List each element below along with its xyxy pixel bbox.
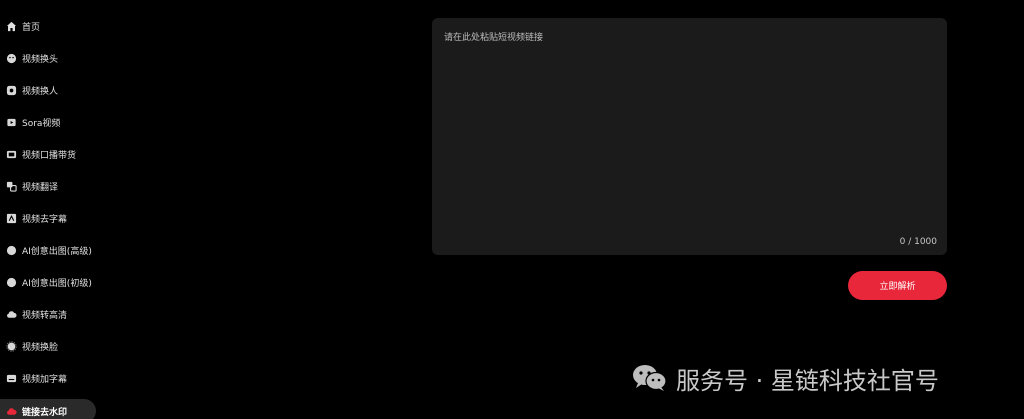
cloud-hd-icon — [6, 309, 17, 320]
translate-icon — [6, 181, 17, 192]
sidebar-item-ai-image-basic[interactable]: AI创意出图(初级) — [0, 270, 96, 294]
watermark-remove-icon — [6, 406, 17, 417]
sidebar-item-video-translate[interactable]: 视频翻译 — [0, 174, 96, 198]
broadcast-icon — [6, 149, 17, 160]
sidebar-item-video-broadcast[interactable]: 视频口播带货 — [0, 142, 96, 166]
wechat-watermark: 服务号 · 星链科技社官号 — [630, 362, 939, 395]
ai-image-basic-icon — [6, 277, 17, 288]
sidebar-item-label: 首页 — [22, 22, 41, 33]
sidebar-item-label: AI创意出图(初级) — [22, 278, 92, 289]
face-icon — [6, 340, 17, 352]
sidebar-item-label: 视频加字幕 — [22, 374, 68, 385]
subtitle-remove-icon — [6, 213, 17, 224]
sidebar-item-label: 视频去字幕 — [22, 214, 68, 225]
face-swap-icon — [6, 53, 17, 64]
sora-icon — [6, 117, 17, 128]
sidebar-item-label: 视频换头 — [22, 54, 59, 65]
wechat-icon — [633, 365, 667, 391]
sidebar-item-video-person-swap[interactable]: 视频换人 — [0, 78, 96, 102]
sidebar-item-home[interactable]: 首页 — [0, 14, 96, 38]
ai-image-advanced-icon — [6, 245, 17, 256]
link-input-panel: 0 / 1000 — [432, 18, 947, 255]
watermark-text: 服务号 · 星链科技社官号 — [676, 366, 939, 395]
app-window: 首页 视频换头 视频换人 Sora视频 视频口播带货 视频翻译 视频去字幕 AI… — [0, 0, 1024, 419]
sidebar-item-label: 视频换脸 — [22, 342, 59, 353]
sidebar-item-video-head-swap[interactable]: 视频换头 — [0, 46, 96, 70]
sidebar-item-ai-image-advanced[interactable]: AI创意出图(高级) — [0, 238, 96, 262]
sidebar-item-label: 视频转高清 — [22, 310, 68, 321]
sidebar-item-video-subtitle-remove[interactable]: 视频去字幕 — [0, 206, 96, 230]
subtitle-add-icon — [6, 373, 17, 384]
sidebar-item-video-face-swap[interactable]: 视频换脸 — [0, 334, 96, 358]
sidebar: 首页 视频换头 视频换人 Sora视频 视频口播带货 视频翻译 视频去字幕 AI… — [0, 10, 100, 419]
person-swap-icon — [6, 85, 17, 96]
sidebar-item-label: 视频口播带货 — [22, 150, 77, 161]
sidebar-item-label: Sora视频 — [22, 118, 61, 129]
sidebar-item-label: 视频翻译 — [22, 182, 59, 193]
sidebar-item-sora-video[interactable]: Sora视频 — [0, 110, 96, 134]
sidebar-item-label: 链接去水印 — [22, 407, 68, 418]
sidebar-item-video-subtitle-add[interactable]: 视频加字幕 — [0, 366, 96, 390]
sidebar-item-video-hd[interactable]: 视频转高清 — [0, 302, 96, 326]
sidebar-item-label: 视频换人 — [22, 86, 59, 97]
sidebar-item-link-watermark-remove[interactable]: 链接去水印 — [0, 399, 96, 419]
sidebar-item-label: AI创意出图(高级) — [22, 246, 92, 257]
character-counter: 0 / 1000 — [899, 237, 937, 247]
parse-now-button[interactable]: 立即解析 — [848, 271, 947, 300]
video-link-input[interactable] — [432, 18, 947, 255]
home-icon — [6, 21, 17, 32]
